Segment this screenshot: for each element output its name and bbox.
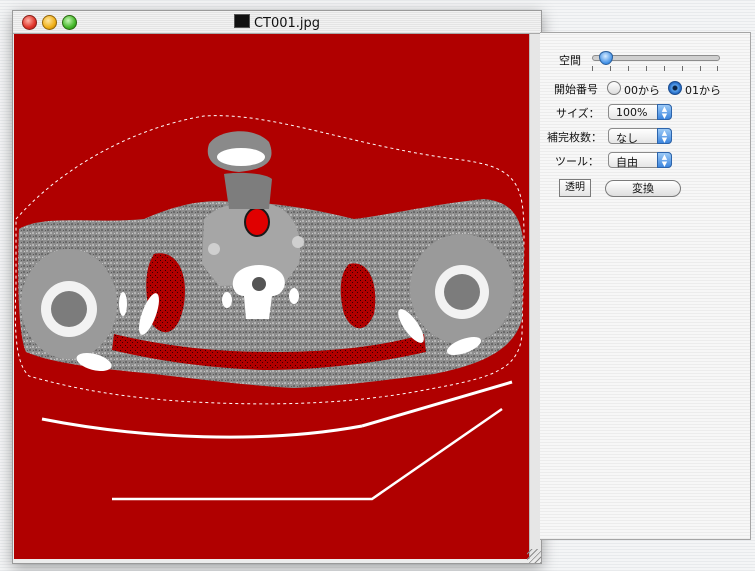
- ct-scan-image: [14, 115, 525, 501]
- start-00-radio[interactable]: [607, 81, 621, 95]
- interpolation-popup[interactable]: なし ▲ ▼: [608, 128, 672, 145]
- resize-grip[interactable]: [527, 549, 541, 563]
- slider-tick: [700, 66, 701, 71]
- tool-value: 自由: [616, 156, 638, 169]
- size-label: サイズ：: [556, 107, 600, 120]
- start-number-label: 開始番号: [554, 83, 598, 96]
- slider-tick: [610, 66, 611, 71]
- image-canvas[interactable]: [14, 34, 529, 559]
- tool-label: ツール：: [555, 155, 599, 168]
- size-popup[interactable]: 100% ▲ ▼: [608, 104, 672, 120]
- start-01-radio[interactable]: [668, 81, 682, 95]
- start-01-label[interactable]: 01から: [685, 82, 721, 98]
- interpolation-value: なし: [616, 132, 638, 145]
- slider-tick: [646, 66, 647, 71]
- spacing-slider-thumb[interactable]: [598, 51, 613, 65]
- start-00-label[interactable]: 00から: [624, 82, 660, 98]
- slider-tick: [664, 66, 665, 71]
- slider-tick: [592, 66, 593, 71]
- interpolation-count-label: 補完枚数：: [547, 131, 602, 144]
- convert-button[interactable]: 変換: [605, 180, 681, 197]
- tool-popup[interactable]: 自由 ▲ ▼: [608, 152, 672, 169]
- slider-ticks: [592, 66, 718, 71]
- slider-tick: [717, 66, 718, 71]
- slider-tick: [628, 66, 629, 71]
- settings-panel: 空間 開始番号 00から 01から サイズ： 100% ▲ ▼ 補完枚数： なし …: [540, 32, 751, 540]
- image-file-icon: [233, 14, 250, 28]
- window-title-area: CT001.jpg: [13, 14, 541, 31]
- transparent-button[interactable]: 透明: [559, 179, 591, 197]
- slider-tick: [682, 66, 683, 71]
- window-title: CT001.jpg: [253, 16, 321, 31]
- popup-arrows-icon: ▲ ▼: [657, 128, 672, 144]
- window-titlebar[interactable]: CT001.jpg: [13, 11, 541, 34]
- popup-arrows-icon: ▲ ▼: [657, 104, 672, 120]
- size-value: 100%: [616, 106, 648, 119]
- popup-arrows-icon: ▲ ▼: [657, 152, 672, 168]
- image-window: CT001.jpg: [12, 10, 542, 564]
- spacing-label: 空間: [559, 54, 581, 67]
